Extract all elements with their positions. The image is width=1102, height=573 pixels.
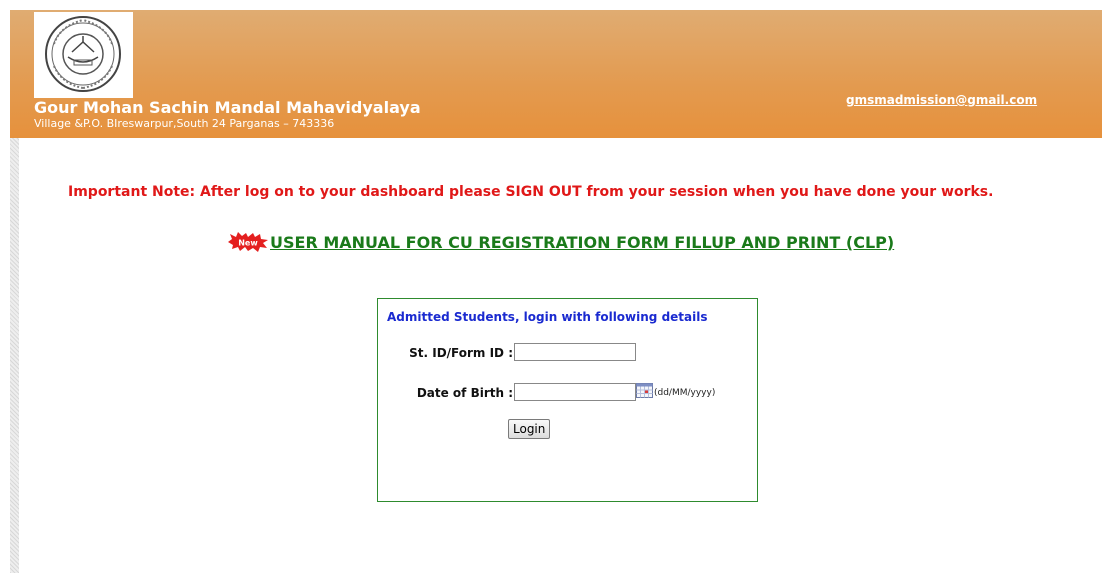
college-address: Village &P.O. BIreswarpur,South 24 Parga… xyxy=(34,117,335,130)
dob-label: Date of Birth : xyxy=(416,386,513,400)
header-banner: Gour Mohan Sachin Mandal Mahavidyalaya V… xyxy=(10,10,1102,138)
login-panel: Admitted Students, login with following … xyxy=(377,298,758,502)
page: Gour Mohan Sachin Mandal Mahavidyalaya V… xyxy=(0,0,1102,573)
email-link[interactable]: gmsmadmission@gmail.com xyxy=(846,93,1037,107)
student-id-label: St. ID/Form ID : xyxy=(409,346,513,360)
left-border-strip xyxy=(10,138,19,573)
new-burst-icon: New xyxy=(228,232,268,252)
student-id-input[interactable] xyxy=(514,343,636,361)
college-name: Gour Mohan Sachin Mandal Mahavidyalaya xyxy=(34,98,421,117)
new-badge-text: New xyxy=(238,239,258,248)
dob-input[interactable] xyxy=(514,383,636,401)
user-manual-link[interactable]: USER MANUAL FOR CU REGISTRATION FORM FIL… xyxy=(270,233,894,252)
dob-format-hint: (dd/MM/yyyy) xyxy=(654,388,716,398)
calendar-icon[interactable] xyxy=(636,383,653,398)
manual-row: New USER MANUAL FOR CU REGISTRATION FORM… xyxy=(228,232,894,252)
college-emblem-icon xyxy=(45,16,121,92)
important-note: Important Note: After log on to your das… xyxy=(68,184,994,200)
college-logo xyxy=(34,12,133,98)
login-title: Admitted Students, login with following … xyxy=(387,310,708,324)
login-button[interactable]: Login xyxy=(508,419,551,439)
